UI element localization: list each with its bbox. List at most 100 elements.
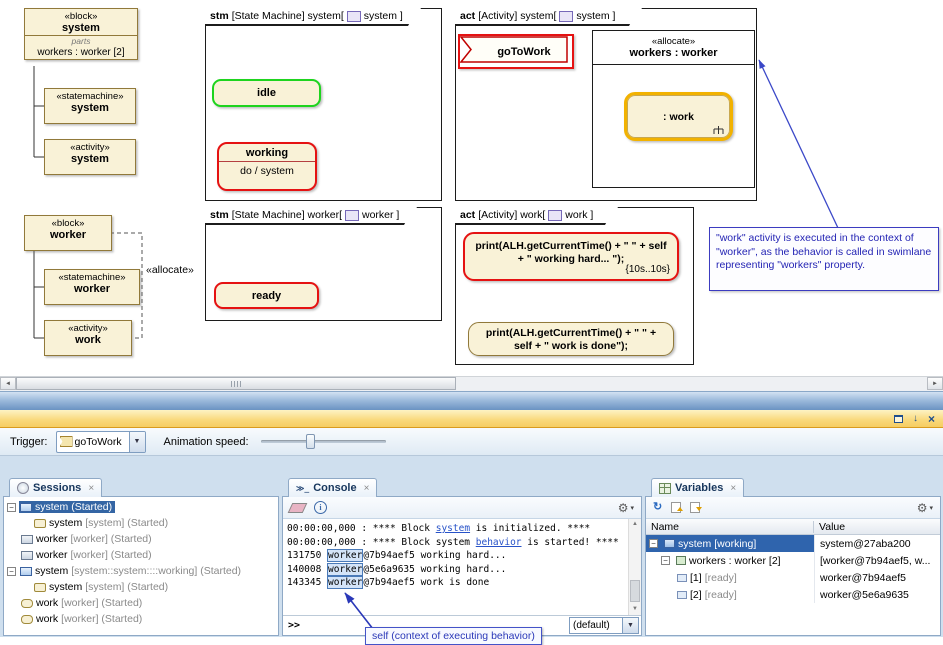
action-print-done[interactable]: print(ALH.getCurrentTime() + " " + self … <box>468 322 674 356</box>
do-activity: do / system <box>240 162 294 177</box>
gear-icon[interactable]: ⚙ <box>917 502 928 514</box>
console-v-scrollbar[interactable]: ▲ ▼ <box>628 519 641 615</box>
part-property[interactable]: workers : worker [2] <box>25 46 137 59</box>
column-name[interactable]: Name <box>646 521 814 533</box>
stereotype-label: «allocate» <box>593 34 754 47</box>
slider-thumb[interactable] <box>306 434 315 449</box>
variable-value: [worker@7b94aef5, w... <box>814 552 940 569</box>
block-activity-system[interactable]: «activity» system <box>44 139 136 175</box>
stm-worker-frame[interactable]: stm [State Machine] worker[ worker ] rea… <box>205 207 442 321</box>
trigger-combobox[interactable]: goToWork ▼ <box>56 431 146 453</box>
console-link[interactable]: behavior <box>476 537 522 548</box>
session-row[interactable]: system [system] (Started) <box>4 579 278 595</box>
scrollbar-thumb[interactable] <box>16 377 456 390</box>
element-name: system <box>45 153 135 166</box>
block-worker[interactable]: «block» worker <box>24 215 112 251</box>
simulation-window-titlebar[interactable]: ↓ × <box>0 410 943 428</box>
console-body: i ⚙ ▾ 00:00:00,000 : **** Block system i… <box>282 496 642 636</box>
monitor-icon <box>21 535 33 544</box>
session-row[interactable]: work [worker] (Started) <box>4 611 278 627</box>
block-activity-work[interactable]: «activity» work <box>44 320 132 356</box>
variable-state: [ready] <box>705 572 737 584</box>
note-anchor-line[interactable] <box>759 60 838 228</box>
scrollbar-thumb[interactable] <box>630 580 640 602</box>
frame-name: work ] <box>565 209 593 221</box>
scroll-right-button[interactable]: ► <box>927 377 943 390</box>
close-icon[interactable]: × <box>88 483 94 494</box>
system-containment-line[interactable] <box>34 66 44 157</box>
variable-row[interactable]: − system [working] system@27aba200 <box>646 535 940 552</box>
tab-console[interactable]: ≫_ Console × <box>288 478 377 497</box>
info-icon[interactable]: i <box>314 501 327 514</box>
console-settings-button[interactable]: ⚙ ▾ <box>618 502 634 514</box>
close-icon[interactable]: × <box>730 483 736 494</box>
session-row[interactable]: − system (Started) <box>4 499 278 515</box>
state-name: working <box>219 144 315 162</box>
animation-speed-slider[interactable] <box>261 433 386 450</box>
action-work[interactable]: : work <box>624 92 733 141</box>
session-row[interactable]: worker [worker] (Started) <box>4 531 278 547</box>
tab-variables[interactable]: Variables × <box>651 478 744 497</box>
scroll-left-button[interactable]: ◄ <box>0 377 16 390</box>
chevron-down-icon[interactable]: ▼ <box>129 432 145 452</box>
variable-row[interactable]: [2] [ready] worker@5e6a9635 <box>646 586 940 603</box>
variable-row[interactable]: − workers : worker [2] [worker@7b94aef5,… <box>646 552 940 569</box>
sessions-tree[interactable]: − system (Started) system [system] (Star… <box>4 497 278 635</box>
log-text: 131750 <box>287 550 327 561</box>
tab-sessions[interactable]: Sessions × <box>9 478 102 497</box>
diagram-note[interactable]: "work" activity is executed in the conte… <box>709 227 939 291</box>
worker-containment-line[interactable] <box>34 251 44 338</box>
block-statemachine-worker[interactable]: «statemachine» worker <box>44 269 140 305</box>
session-status: [worker] (Started) <box>71 533 152 545</box>
session-row[interactable]: − system [system::system::::working] (St… <box>4 563 278 579</box>
expander-icon[interactable]: − <box>649 539 658 548</box>
variables-body: ↻ ⚙ ▾ Name Value − system [working] syst… <box>645 496 941 636</box>
console-highlight[interactable]: worker <box>327 549 363 562</box>
window-splitter-bar[interactable] <box>0 391 943 410</box>
variables-settings-button[interactable]: ⚙ ▾ <box>917 502 933 514</box>
export-icon[interactable] <box>671 502 681 513</box>
signal-gotowork[interactable]: goToWork <box>458 34 574 69</box>
diagram-canvas[interactable]: «block» system parts workers : worker [2… <box>0 0 943 391</box>
column-value[interactable]: Value <box>814 521 940 533</box>
session-row[interactable]: system [system] (Started) <box>4 515 278 531</box>
state-working[interactable]: working do / system <box>217 142 317 191</box>
swimlane-name: workers : worker <box>593 47 754 60</box>
console-context-combo[interactable]: (default) ▼ <box>569 617 639 634</box>
stm-system-frame[interactable]: stm [State Machine] system[ system ] idl… <box>205 8 442 201</box>
state-idle[interactable]: idle <box>212 79 321 107</box>
chevron-down-icon[interactable]: ▼ <box>622 618 638 633</box>
block-system[interactable]: «block» system parts workers : worker [2… <box>24 8 138 60</box>
variable-row[interactable]: [1] [ready] worker@7b94aef5 <box>646 569 940 586</box>
scroll-down-button[interactable]: ▼ <box>629 604 641 615</box>
clear-console-icon[interactable] <box>288 503 308 513</box>
variables-table[interactable]: − system [working] system@27aba200 − wor… <box>646 535 940 635</box>
block-statemachine-system[interactable]: «statemachine» system <box>44 88 136 124</box>
frame-name: system ] <box>576 10 615 22</box>
restore-icon[interactable] <box>894 415 903 423</box>
close-icon[interactable]: × <box>364 483 370 494</box>
console-highlight[interactable]: worker <box>327 563 363 576</box>
console-link[interactable]: system <box>436 523 470 534</box>
session-row[interactable]: work [worker] (Started) <box>4 595 278 611</box>
scroll-up-button[interactable]: ▲ <box>629 519 641 530</box>
action-print-working[interactable]: print(ALH.getCurrentTime() + " " + self … <box>463 232 679 281</box>
state-ready[interactable]: ready <box>214 282 319 309</box>
instance-icon <box>677 574 687 582</box>
expander-icon[interactable]: − <box>661 556 670 565</box>
refresh-icon[interactable]: ↻ <box>653 502 662 513</box>
frame-header-text: stm [State Machine] worker[ worker ] <box>205 207 417 223</box>
import-icon[interactable] <box>690 502 700 513</box>
signal-name: goToWork <box>476 36 572 67</box>
canvas-h-scrollbar[interactable]: ◄ ► <box>0 376 943 391</box>
expander-icon[interactable]: − <box>7 503 16 512</box>
gear-icon[interactable]: ⚙ <box>618 502 629 514</box>
slider-track[interactable] <box>261 440 386 443</box>
session-row[interactable]: worker [worker] (Started) <box>4 547 278 563</box>
log-text: @5e6a9635 working hard... <box>363 564 506 575</box>
window-controls: ↓ × <box>894 412 935 425</box>
pin-icon[interactable]: ↓ <box>913 414 918 424</box>
close-icon[interactable]: × <box>928 413 935 425</box>
expander-icon[interactable]: − <box>7 567 16 576</box>
statemachine-icon <box>34 519 46 528</box>
